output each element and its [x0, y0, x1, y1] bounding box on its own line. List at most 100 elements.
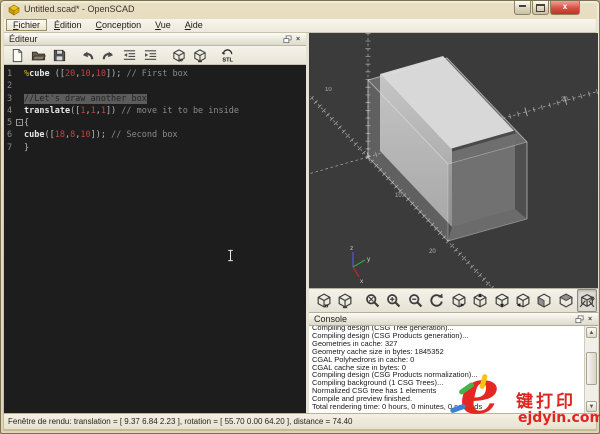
- preview-cube-icon: »: [315, 292, 332, 309]
- viewport-toolbar: »: [309, 288, 598, 313]
- menu-fichier[interactable]: Fichier: [6, 19, 47, 31]
- view-right-button[interactable]: [448, 289, 468, 312]
- close-button[interactable]: x: [550, 1, 580, 15]
- line-number: 3: [4, 93, 15, 105]
- minimize-button[interactable]: [514, 1, 531, 15]
- editor-toolbar: » STL: [4, 46, 306, 65]
- 3d-viewport[interactable]: 10 20 20 10 z: [309, 33, 598, 288]
- vp-render-button[interactable]: [334, 289, 354, 312]
- svg-text:»: »: [178, 55, 182, 63]
- console-undock-button[interactable]: [574, 315, 584, 324]
- openscad-window: Untitled.scad* - OpenSCAD x FichierÉditi…: [0, 0, 600, 434]
- menu-bar: FichierÉditionConceptionVueAide: [4, 19, 596, 33]
- line-number: 6: [4, 129, 15, 141]
- code-editor[interactable]: 1 %cube ([20,10,10]); // First box 23 //Let…: [4, 65, 306, 413]
- svg-text:10: 10: [325, 87, 332, 93]
- svg-text:20: 20: [429, 249, 436, 255]
- menu-conception[interactable]: Conception: [89, 19, 149, 31]
- render-cube-icon: [336, 292, 353, 309]
- menu-edition[interactable]: Édition: [47, 19, 89, 31]
- code-line-text[interactable]: {: [24, 117, 29, 129]
- fold-column: [15, 68, 24, 80]
- code-line-text[interactable]: }: [24, 142, 29, 154]
- close-icon: x: [563, 2, 567, 11]
- code-line[interactable]: 2: [4, 80, 306, 92]
- cube-top-icon: [471, 292, 488, 309]
- console-close-button[interactable]: ×: [585, 315, 595, 324]
- code-line-text[interactable]: cube([18,8,10]); // Second box: [24, 129, 178, 141]
- title-bar[interactable]: Untitled.scad* - OpenSCAD x: [1, 1, 599, 19]
- console-scrollbar[interactable]: ▲ ▼: [584, 326, 598, 413]
- toolbar-overflow-button[interactable]: »: [589, 293, 595, 304]
- zoom-all-button[interactable]: [362, 289, 382, 312]
- line-number: 2: [4, 80, 15, 92]
- menu-aide[interactable]: Aide: [178, 19, 210, 31]
- svg-text:z: z: [350, 245, 353, 252]
- code-line[interactable]: 6 cube([18,8,10]); // Second box: [4, 129, 306, 141]
- code-line-text[interactable]: //Let's draw another box: [24, 93, 147, 105]
- editor-panel-title: Éditeur: [9, 34, 38, 44]
- editor-close-button[interactable]: ×: [293, 35, 303, 44]
- scroll-down-icon[interactable]: ▼: [586, 401, 597, 412]
- line-number: 1: [4, 68, 15, 80]
- console-line: Total rendering time: 0 hours, 0 minutes…: [312, 403, 584, 411]
- toolbar-separator: [210, 47, 217, 64]
- scrollbar-thumb[interactable]: [586, 352, 597, 385]
- cube-bottom-icon: [493, 292, 510, 309]
- zoom-in-button[interactable]: [384, 289, 404, 312]
- code-line[interactable]: 1 %cube ([20,10,10]); // First box: [4, 68, 306, 80]
- status-text: Fenêtre de rendu: translation = [ 9.37 6…: [8, 417, 352, 426]
- console-output[interactable]: Compiling design (CSG Tree generation)..…: [309, 325, 598, 413]
- code-line-text[interactable]: %cube ([20,10,10]); // First box: [24, 68, 188, 80]
- scroll-up-icon[interactable]: ▲: [586, 327, 597, 338]
- undo-icon: [80, 48, 95, 63]
- editor-undock-button[interactable]: [282, 35, 292, 44]
- fold-column: [15, 105, 24, 117]
- render-button[interactable]: [189, 46, 209, 65]
- view-top-button[interactable]: [469, 289, 489, 312]
- save-icon: [52, 48, 67, 63]
- unindent-button[interactable]: [119, 46, 139, 65]
- line-number: 5: [4, 117, 15, 129]
- code-line[interactable]: 4translate([1,1,1]) // move it to be ins…: [4, 105, 306, 117]
- status-bar: Fenêtre de rendu: translation = [ 9.37 6…: [4, 413, 596, 429]
- reset-view-button[interactable]: [427, 289, 447, 312]
- redo-icon: [101, 48, 116, 63]
- redo-button[interactable]: [98, 46, 118, 65]
- line-number: 7: [4, 142, 15, 154]
- svg-text:STL: STL: [222, 57, 233, 62]
- preview-button[interactable]: »: [168, 46, 188, 65]
- toolbar-separator: [161, 47, 168, 64]
- console-panel-title: Console: [314, 314, 347, 324]
- indent-button[interactable]: [140, 46, 160, 65]
- vp-preview-button[interactable]: »: [313, 289, 333, 312]
- editor-panel-header[interactable]: Éditeur ×: [4, 33, 306, 46]
- export-stl-button[interactable]: STL: [217, 46, 237, 65]
- zoom-out-icon: [407, 292, 424, 309]
- window-title: Untitled.scad* - OpenSCAD: [24, 4, 135, 14]
- code-line[interactable]: 5-{: [4, 117, 306, 129]
- fold-column: [15, 80, 24, 92]
- view-left-button[interactable]: [512, 289, 532, 312]
- render-cube-icon: [192, 48, 207, 63]
- stl-icon: STL: [220, 48, 235, 63]
- zoom-out-button[interactable]: [405, 289, 425, 312]
- fold-marker-icon[interactable]: -: [16, 119, 23, 126]
- save-file-button[interactable]: [49, 46, 69, 65]
- undo-button[interactable]: [77, 46, 97, 65]
- open-file-button[interactable]: [28, 46, 48, 65]
- code-line[interactable]: 3 //Let's draw another box: [4, 93, 306, 105]
- view-front-button[interactable]: [534, 289, 554, 312]
- code-line-text[interactable]: translate([1,1,1]) // move it to be insi…: [24, 105, 239, 117]
- undock-icon: [575, 315, 584, 324]
- svg-text:10: 10: [395, 193, 402, 199]
- new-file-button[interactable]: [7, 46, 27, 65]
- fold-column: [15, 142, 24, 154]
- view-back-button[interactable]: [555, 289, 575, 312]
- maximize-button[interactable]: [532, 1, 549, 15]
- minimize-icon: [519, 5, 526, 7]
- view-bottom-button[interactable]: [491, 289, 511, 312]
- console-panel: Console × Compiling design (CSG Tree gen…: [309, 313, 598, 413]
- code-line[interactable]: 7}: [4, 142, 306, 154]
- menu-vue[interactable]: Vue: [148, 19, 178, 31]
